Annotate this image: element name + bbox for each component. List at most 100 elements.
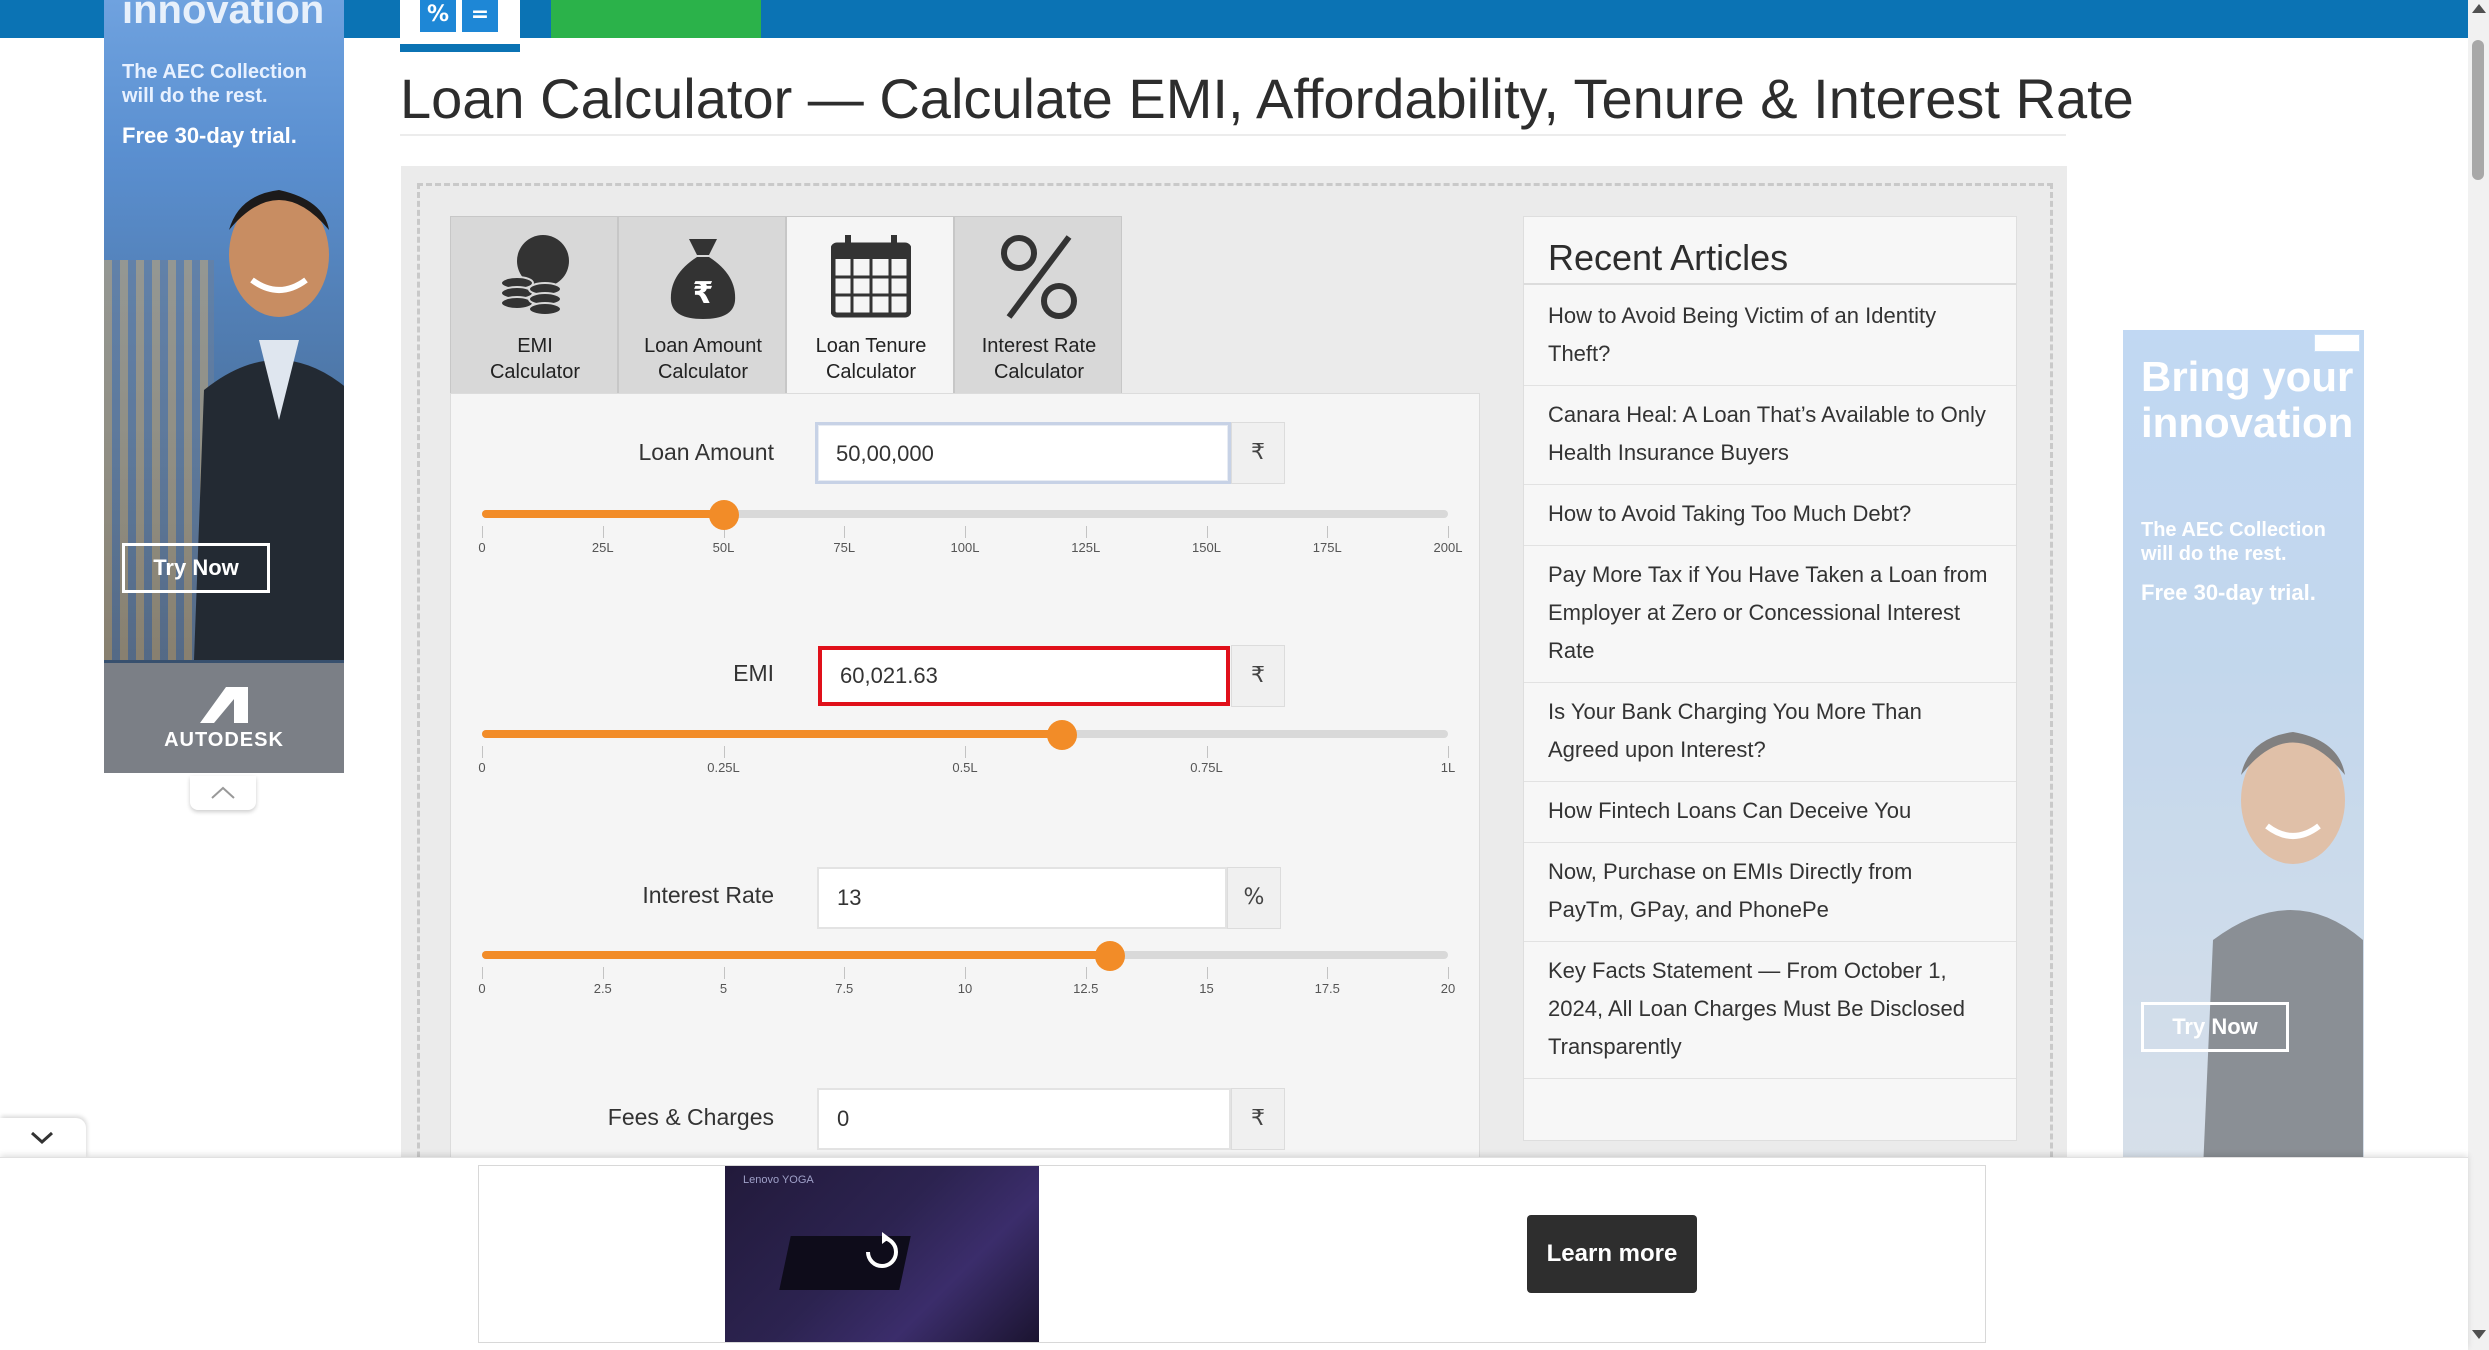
scroll-down-arrow-icon[interactable] xyxy=(2472,1330,2486,1339)
autodesk-logo-icon xyxy=(200,687,248,723)
slider-tick-label: 150L xyxy=(1192,540,1221,555)
ad-try-now-button[interactable]: Try Now xyxy=(122,543,270,593)
sticky-ad-frame[interactable] xyxy=(478,1165,1986,1343)
money-bag-icon: ₹ xyxy=(670,239,736,319)
slider-tick-label: 20 xyxy=(1440,981,1456,996)
article-link[interactable]: Key Facts Statement — From October 1, 20… xyxy=(1524,942,2016,1079)
slider-tick-label: 0.25L xyxy=(707,760,740,775)
ad-subtext: The AEC Collection will do the rest. xyxy=(122,61,307,107)
tab-loan-tenure-calculator[interactable]: Loan Tenure Calculator xyxy=(786,216,954,394)
article-link[interactable]: Is Your Bank Charging You More Than Agre… xyxy=(1524,683,2016,782)
article-link[interactable]: Canara Heal: A Loan That’s Available to … xyxy=(1524,386,2016,485)
article-link[interactable]: How to Avoid Being Victim of an Identity… xyxy=(1524,287,2016,386)
slider-tick-label: 25L xyxy=(591,540,614,555)
left-advertisement[interactable]: innovation The AEC Collection will do th… xyxy=(104,0,344,773)
ad-video-thumbnail[interactable]: Lenovo YOGA xyxy=(725,1166,1039,1342)
loan-amount-slider[interactable]: 0 25L 50L 75L 100L 125L 150L 175L 200L xyxy=(478,500,1462,570)
fees-input[interactable]: 0 xyxy=(817,1088,1231,1150)
slider-tick xyxy=(965,746,966,758)
chevron-up-icon xyxy=(211,786,235,799)
tab-loan-amount-label: Loan Amount Calculator xyxy=(644,335,762,383)
fees-label: Fees & Charges xyxy=(607,1104,774,1130)
slider-tick-label: 0 xyxy=(478,540,486,555)
slider-fill xyxy=(482,951,1110,959)
coins-icon xyxy=(500,235,569,316)
slider-tick-label: 12.5 xyxy=(1073,981,1099,996)
scroll-up-arrow-icon[interactable] xyxy=(2472,4,2486,13)
equals-tab[interactable]: = xyxy=(462,0,498,32)
slider-thumb[interactable] xyxy=(1094,941,1125,971)
slider-fill xyxy=(482,730,1062,738)
fees-unit: ₹ xyxy=(1231,1088,1285,1150)
slider-tick xyxy=(602,967,604,979)
ad-offer: Free 30-day trial. xyxy=(2141,580,2316,605)
tab-emi-calculator[interactable]: EMI Calculator xyxy=(450,216,618,394)
recent-articles-heading: Recent Articles xyxy=(1548,237,1789,278)
slider-tick xyxy=(844,967,846,979)
slider-tick-label: 10 xyxy=(957,981,973,996)
loan-amount-input[interactable]: 50,00,000 xyxy=(815,422,1231,484)
svg-text:₹: ₹ xyxy=(693,276,714,311)
emi-input[interactable]: 60,021.63 xyxy=(818,646,1230,706)
tab-emi-label: EMI Calculator xyxy=(489,335,581,383)
topbar-green-block xyxy=(551,0,761,38)
page-scrollbar[interactable] xyxy=(2468,0,2489,1350)
article-link[interactable]: Pay More Tax if You Have Taken a Loan fr… xyxy=(1524,546,2016,683)
right-advertisement[interactable]: Bring your innovation The AEC Collection… xyxy=(2123,330,2364,1170)
article-link[interactable]: How Fintech Loans Can Deceive You xyxy=(1524,782,2016,843)
slider-tick-label: 175L xyxy=(1312,540,1342,555)
ad-try-now-button[interactable]: Try Now xyxy=(2141,1002,2289,1052)
ad-collapse-button[interactable] xyxy=(190,776,256,810)
slider-tick-label: 15 xyxy=(1199,981,1214,996)
ad-video-brand: Lenovo YOGA xyxy=(743,1174,814,1186)
interest-rate-unit: % xyxy=(1227,867,1281,929)
interest-rate-slider[interactable]: 0 2.5 5 7.5 10 12.5 15 17.5 20 xyxy=(478,941,1455,1011)
articles-divider xyxy=(1524,283,2016,285)
replay-icon[interactable] xyxy=(860,1230,904,1274)
slider-tick xyxy=(844,526,846,538)
articles-list: How to Avoid Being Victim of an Identity… xyxy=(1524,287,2016,1079)
slider-tick xyxy=(1327,967,1329,979)
learn-more-button[interactable]: Learn more xyxy=(1527,1215,1697,1293)
slider-tick-label: 1L xyxy=(1440,760,1456,775)
top-navigation-bar xyxy=(0,0,2468,38)
scrollbar-thumb[interactable] xyxy=(2472,40,2484,180)
percent-icon xyxy=(1001,235,1077,319)
slider-tick-label: 0 xyxy=(478,760,486,775)
emi-slider[interactable]: 0 0.25L 0.5L 0.75L 1L xyxy=(478,720,1455,790)
slider-thumb[interactable] xyxy=(1046,720,1077,750)
slider-tick-label: 7.5 xyxy=(835,981,854,996)
tab-interest-rate-calculator[interactable]: Interest Rate Calculator xyxy=(954,216,1122,394)
sticky-ad-toggle[interactable] xyxy=(0,1118,86,1158)
slider-tick-label: 0.75L xyxy=(1190,760,1223,775)
interest-rate-input[interactable]: 13 xyxy=(817,867,1227,929)
ad-headline: Bring your innovation xyxy=(2141,353,2354,446)
slider-tick xyxy=(1085,526,1087,538)
ad-choices-icon[interactable] xyxy=(2314,334,2360,352)
slider-thumb[interactable] xyxy=(708,500,739,530)
ad-headline: innovation xyxy=(122,0,325,32)
tab-loan-tenure-label: Loan Tenure Calculator xyxy=(815,335,927,383)
slider-tick xyxy=(723,746,725,758)
page: % = innovation The AEC Collection will d… xyxy=(0,0,2489,1350)
tab-interest-rate-label: Interest Rate Calculator xyxy=(981,335,1097,383)
tab-loan-amount-calculator[interactable]: ₹ Loan Amount Calculator xyxy=(618,216,786,394)
ad-brand-footer: AUTODESK xyxy=(104,663,344,773)
slider-tick-label: 2.5 xyxy=(593,981,612,996)
interest-rate-label: Interest Rate xyxy=(642,882,774,908)
ad-brand-name: AUTODESK xyxy=(164,729,284,751)
calculator-tabs: EMI Calculator ₹ Loan Amount Calculator xyxy=(450,216,1124,394)
site-logo-tabs[interactable]: % = xyxy=(400,0,520,52)
emi-unit: ₹ xyxy=(1231,645,1285,707)
slider-tick-label: 0.5L xyxy=(952,760,978,775)
calendar-icon xyxy=(831,235,911,318)
slider-tick xyxy=(1085,967,1087,979)
percent-tab[interactable]: % xyxy=(420,0,456,32)
ad-offer: Free 30-day trial. xyxy=(122,123,297,148)
slider-tick-label: 5 xyxy=(719,981,728,996)
article-link[interactable]: Now, Purchase on EMIs Directly from PayT… xyxy=(1524,843,2016,942)
article-link[interactable]: How to Avoid Taking Too Much Debt? xyxy=(1524,485,2016,546)
loan-amount-unit: ₹ xyxy=(1231,422,1285,484)
slider-tick-label: 100L xyxy=(950,540,980,555)
slider-tick xyxy=(1206,967,1208,979)
